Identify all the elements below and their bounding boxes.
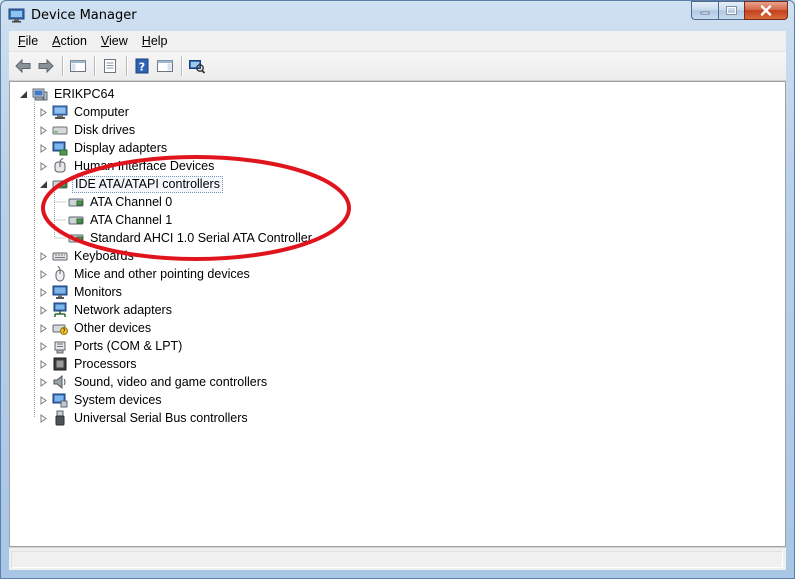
- close-icon: [760, 5, 772, 16]
- tree-root-label: ERIKPC64: [54, 86, 115, 101]
- tree-category-node[interactable]: Processors: [39, 355, 139, 373]
- maximize-icon: [726, 6, 737, 15]
- close-button[interactable]: [744, 1, 788, 20]
- tree-category-node[interactable]: Disk drives: [39, 121, 137, 139]
- keyboard-icon: [52, 248, 68, 264]
- help-icon: ?: [135, 58, 149, 74]
- disk-drive-icon: [52, 122, 68, 138]
- expand-arrow-icon[interactable]: [39, 125, 48, 135]
- expand-arrow-icon[interactable]: [39, 377, 48, 387]
- expand-arrow-icon[interactable]: [39, 287, 48, 297]
- maximize-button[interactable]: [718, 1, 744, 20]
- svg-text:?: ?: [139, 61, 145, 74]
- title-bar[interactable]: Device Manager: [1, 1, 794, 31]
- toolbar-separator: [126, 56, 127, 76]
- hid-icon: [52, 158, 68, 174]
- back-button[interactable]: [12, 55, 34, 77]
- tree-category-node[interactable]: Human Interface Devices: [39, 157, 216, 175]
- minimize-icon: [700, 11, 710, 14]
- mouse-icon: [52, 266, 68, 282]
- tree-category-node[interactable]: ? Other devices: [39, 319, 153, 337]
- tree-category-node[interactable]: Keyboards: [39, 247, 136, 265]
- expand-arrow-icon[interactable]: [39, 395, 48, 405]
- tree-category-node-selected[interactable]: IDE ATA/ATAPI controllers: [39, 175, 223, 193]
- menu-view[interactable]: View: [94, 31, 135, 52]
- tree-root-node[interactable]: ERIKPC64: [19, 85, 116, 103]
- tree-category-node[interactable]: System devices: [39, 391, 164, 409]
- tree-category-node[interactable]: Mice and other pointing devices: [39, 265, 252, 283]
- computer-icon: [32, 86, 48, 102]
- svg-text:?: ?: [62, 328, 65, 335]
- window-title: Device Manager: [31, 8, 137, 23]
- tree-device-node[interactable]: ATA Channel 0: [68, 193, 174, 211]
- system-devices-icon: [52, 392, 68, 408]
- menu-action[interactable]: Action: [45, 31, 94, 52]
- toolbar-separator: [62, 56, 63, 76]
- status-pane: [11, 551, 783, 568]
- ide-channel-icon: [68, 194, 84, 210]
- device-manager-app-icon: [8, 8, 25, 23]
- device-tree-pane[interactable]: ERIKPC64 Computer Disk drives Display ad…: [9, 81, 786, 547]
- menu-help[interactable]: Help: [135, 31, 175, 52]
- tree-device-node[interactable]: Standard AHCI 1.0 Serial ATA Controller: [68, 229, 314, 247]
- forward-button[interactable]: [35, 55, 57, 77]
- properties-icon: [104, 59, 116, 73]
- scan-hardware-icon: [189, 60, 206, 74]
- expand-arrow-icon[interactable]: [39, 269, 48, 279]
- ide-channel-icon: [68, 212, 84, 228]
- show-hide-console-tree-icon: [70, 60, 86, 72]
- show-action-pane-button[interactable]: [154, 55, 176, 77]
- expand-arrow-icon[interactable]: [39, 305, 48, 315]
- expand-arrow-icon[interactable]: [39, 359, 48, 369]
- expand-arrow-icon[interactable]: [39, 143, 48, 153]
- other-devices-icon: ?: [52, 320, 68, 336]
- tree-category-node[interactable]: Ports (COM & LPT): [39, 337, 184, 355]
- show-hide-console-tree-button[interactable]: [67, 55, 89, 77]
- forward-icon: [38, 58, 54, 74]
- toolbar: ?: [9, 52, 786, 81]
- expand-arrow-icon[interactable]: [39, 341, 48, 351]
- expand-arrow-icon[interactable]: [39, 161, 48, 171]
- tree-category-node[interactable]: Universal Serial Bus controllers: [39, 409, 250, 427]
- ide-controller-icon: [52, 176, 68, 192]
- scan-hardware-button[interactable]: [186, 55, 208, 77]
- computer-icon: [52, 104, 68, 120]
- expand-arrow-icon[interactable]: [39, 107, 48, 117]
- tree-category-node[interactable]: Sound, video and game controllers: [39, 373, 269, 391]
- expand-arrow-icon[interactable]: [39, 251, 48, 261]
- toolbar-separator: [94, 56, 95, 76]
- tree-device-node[interactable]: ATA Channel 1: [68, 211, 174, 229]
- collapse-arrow-icon[interactable]: [19, 90, 28, 99]
- properties-button[interactable]: [99, 55, 121, 77]
- expand-arrow-icon[interactable]: [39, 323, 48, 333]
- tree-category-node[interactable]: Display adapters: [39, 139, 169, 157]
- collapse-arrow-icon[interactable]: [39, 180, 48, 189]
- toolbar-separator: [181, 56, 182, 76]
- usb-icon: [52, 410, 68, 426]
- tree-category-node[interactable]: Computer: [39, 103, 131, 121]
- device-manager-window: Device Manager File Action View Help ? E…: [0, 0, 795, 579]
- tree-category-node[interactable]: Monitors: [39, 283, 124, 301]
- ide-channel-icon: [68, 230, 84, 246]
- sound-icon: [52, 374, 68, 390]
- port-icon: [52, 338, 68, 354]
- tree-category-node[interactable]: Network adapters: [39, 301, 174, 319]
- monitor-icon: [52, 284, 68, 300]
- menu-file[interactable]: File: [11, 31, 45, 52]
- processor-icon: [52, 356, 68, 372]
- minimize-button[interactable]: [691, 1, 718, 20]
- display-adapter-icon: [52, 140, 68, 156]
- show-action-pane-icon: [157, 60, 173, 72]
- menu-bar: File Action View Help: [9, 31, 786, 52]
- back-icon: [15, 58, 31, 74]
- expand-arrow-icon[interactable]: [39, 413, 48, 423]
- network-adapter-icon: [52, 302, 68, 318]
- help-button[interactable]: ?: [131, 55, 153, 77]
- status-bar: [9, 547, 786, 570]
- caption-buttons: [691, 1, 788, 22]
